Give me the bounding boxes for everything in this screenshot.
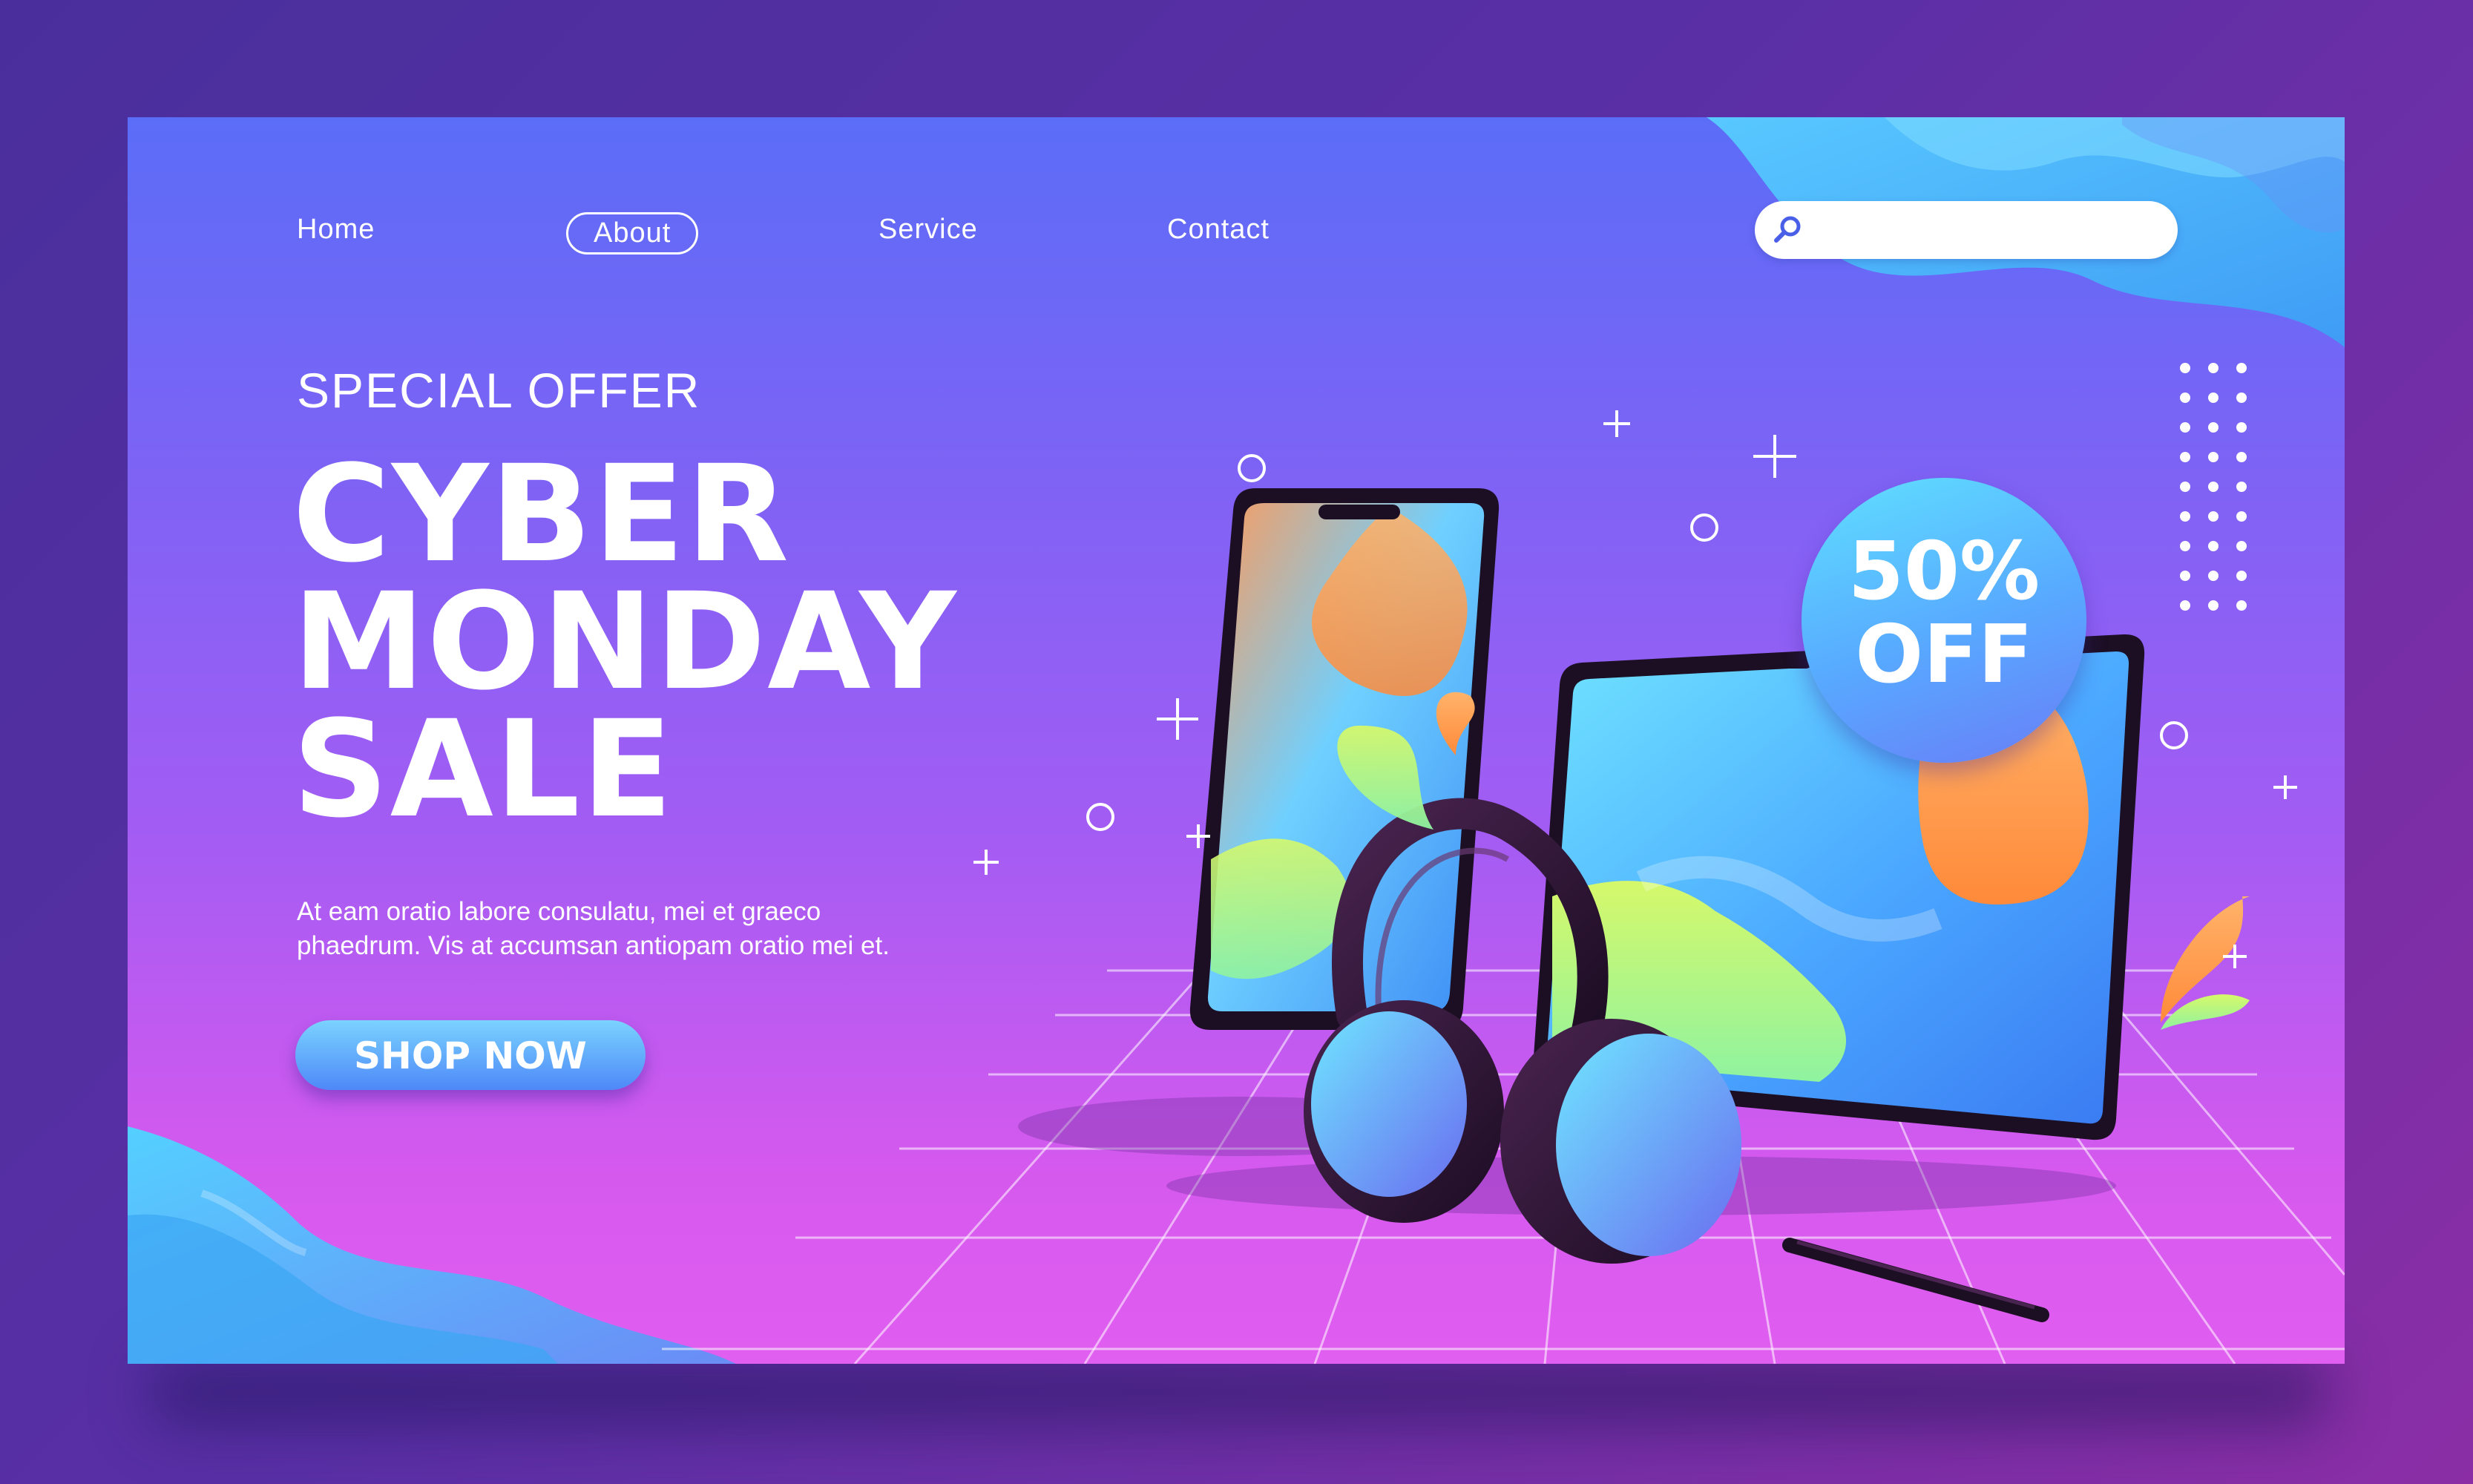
- dot-matrix-decoration: [2180, 363, 2247, 611]
- card-shadow: [148, 1358, 2330, 1425]
- discount-percent: 50%: [1848, 525, 2040, 618]
- discount-badge: 50% OFF: [1802, 478, 2086, 763]
- landing-page-card: Home About Service Contact SPECIAL OFFER…: [128, 117, 2345, 1364]
- discount-label: OFF: [1855, 608, 2033, 701]
- stylus-pen-illustration: [1782, 1238, 2049, 1322]
